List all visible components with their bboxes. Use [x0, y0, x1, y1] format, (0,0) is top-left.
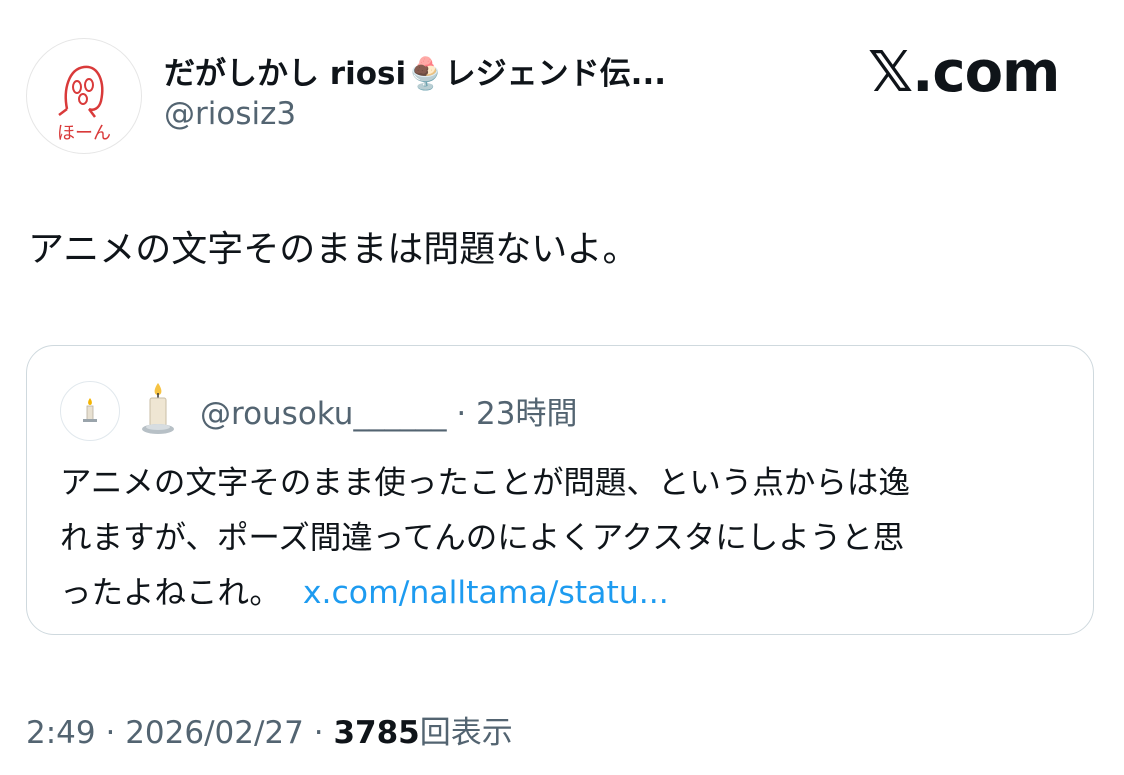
x-com-logo: 𝕏.com — [868, 40, 1060, 105]
quote-link[interactable]: x.com/nalltama/statu... — [303, 575, 669, 611]
avatar-caption: ほーん — [57, 123, 111, 144]
quote-line: アニメの文字そのまま使ったことが問題、という点からは逸 — [60, 465, 910, 501]
quote-line-text: ったよねこれ。 — [60, 575, 281, 611]
candle-emoji-icon — [136, 381, 180, 437]
post-date[interactable]: 2026/02/27 — [125, 715, 304, 751]
footer-separator: · — [105, 715, 116, 751]
post-time[interactable]: 2:49 — [26, 715, 96, 751]
quote-author-handle[interactable]: @rousoku______ — [200, 396, 446, 432]
author-display-name[interactable]: だがしかし riosi🍨レジェンド伝... — [164, 48, 666, 93]
author-avatar[interactable]: ほーん — [26, 38, 142, 154]
quote-line: れますが、ポーズ間違ってんのによくアクスタにしようと思 — [60, 520, 905, 556]
candle-icon — [83, 398, 97, 422]
footer-separator: · — [313, 715, 324, 751]
ghost-sketch-icon: ほーん — [57, 65, 111, 144]
author-handle[interactable]: @riosiz3 — [164, 96, 296, 132]
tweet-text: アニメの文字そのままは問題ないよ。 — [28, 229, 639, 270]
quote-text: アニメの文字そのまま使ったことが問題、という点からは逸 れますが、ポーズ間違って… — [60, 456, 1070, 621]
quote-meta: @rousoku______ · 23時間 — [200, 388, 577, 433]
view-count: 3785 — [333, 715, 420, 751]
quote-author-avatar[interactable] — [60, 381, 120, 441]
quote-timestamp[interactable]: 23時間 — [476, 396, 577, 432]
view-label: 回表示 — [419, 715, 513, 751]
quote-line-last: ったよねこれ。 x.com/nalltama/statu... — [60, 566, 1070, 621]
tweet-footer: 2:49 · 2026/02/27 · 3785回表示 — [26, 707, 513, 752]
quote-separator: · — [456, 396, 467, 432]
